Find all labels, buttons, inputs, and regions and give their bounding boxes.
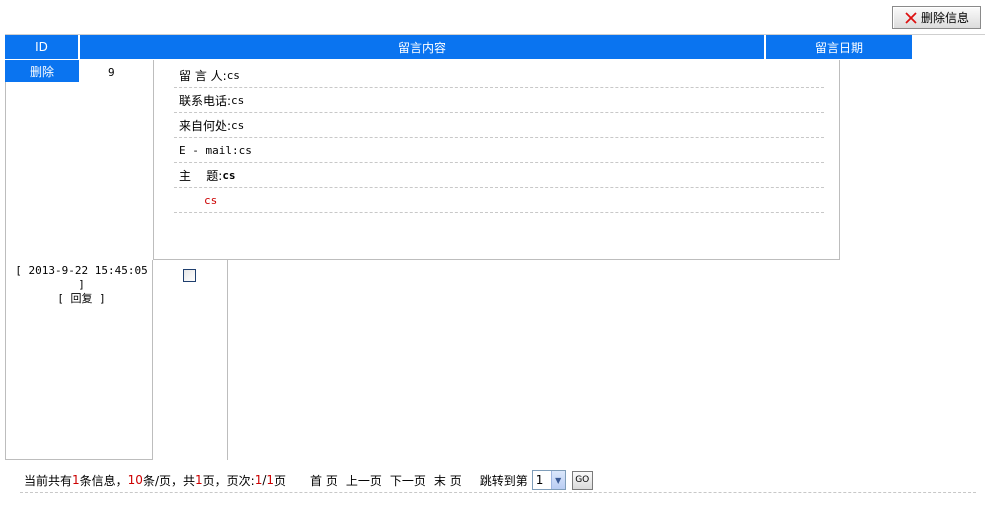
header-id: ID xyxy=(5,35,79,59)
message-body: cs xyxy=(174,188,824,213)
pager-total: 1 xyxy=(72,473,80,487)
field-phone: 联系电话: cs xyxy=(174,88,824,113)
field-label: 留 言 人: xyxy=(179,68,227,83)
field-subject: 主 题: cs xyxy=(174,163,824,188)
field-value: cs xyxy=(238,143,252,157)
delete-row-button[interactable]: 删除 xyxy=(5,60,79,82)
delete-info-button[interactable]: 删除信息 xyxy=(892,6,981,29)
field-label: 主 题: xyxy=(179,168,223,183)
message-date-block: [ 2013-9-22 15:45:05 ] [ 回复 ] xyxy=(14,264,149,306)
pager-text: 页，页次: xyxy=(202,473,255,488)
field-origin: 来自何处: cs xyxy=(174,113,824,138)
pager-current: 1 xyxy=(254,473,263,487)
field-value: cs xyxy=(231,118,245,132)
header-content: 留言内容 xyxy=(80,35,765,59)
first-page-link[interactable]: 首 页 xyxy=(310,472,338,489)
message-text: cs xyxy=(204,193,218,207)
pagination-bar: 当前共有 1 条信息， 10 条/页，共 1 页，页次: 1/1 页 首 页 上一页 下一页 末… xyxy=(24,470,593,490)
pager-text: 条信息， xyxy=(79,473,128,488)
field-email: E - mail: cs xyxy=(174,138,824,163)
pager-text: 当前共有 xyxy=(24,473,73,488)
divider xyxy=(20,492,976,493)
prev-page-link[interactable]: 上一页 xyxy=(346,472,382,489)
pager-text: 条/页，共 xyxy=(142,473,195,488)
field-author: 留 言 人: cs xyxy=(174,63,824,88)
field-value: cs xyxy=(231,93,245,107)
message-date: [ 2013-9-22 15:45:05 ] xyxy=(15,264,148,291)
page-jump-select[interactable]: 1 ▼ xyxy=(531,470,566,490)
jump-label: 跳转到第 xyxy=(479,473,528,488)
field-label: E - mail: xyxy=(179,143,239,157)
pager-pages-total: 1 xyxy=(266,473,275,487)
field-value: cs xyxy=(222,168,236,182)
field-label: 来自何处: xyxy=(179,118,232,133)
header-date: 留言日期 xyxy=(766,35,912,59)
next-page-link[interactable]: 下一页 xyxy=(390,472,426,489)
page-jump-value: 1 xyxy=(535,473,544,487)
last-page-link[interactable]: 末 页 xyxy=(434,472,462,489)
message-content-box: 留 言 人: cs 联系电话: cs 来自何处: cs E - mail: cs 主 题… xyxy=(153,60,840,260)
x-icon xyxy=(905,11,917,24)
pager-pages: 1 xyxy=(195,473,203,487)
chevron-down-icon: ▼ xyxy=(550,471,565,489)
row-check-column xyxy=(152,260,228,460)
row-select-checkbox[interactable] xyxy=(183,269,196,282)
go-button[interactable]: GO xyxy=(571,470,593,490)
pager-per-page: 10 xyxy=(127,473,143,487)
field-value: cs xyxy=(226,68,240,82)
reply-link[interactable]: [ 回复 ] xyxy=(14,292,149,306)
row-id: 9 xyxy=(108,66,115,79)
delete-info-label: 删除信息 xyxy=(920,11,969,25)
field-label: 联系电话: xyxy=(179,93,232,108)
pager-text: 页 xyxy=(274,473,287,488)
